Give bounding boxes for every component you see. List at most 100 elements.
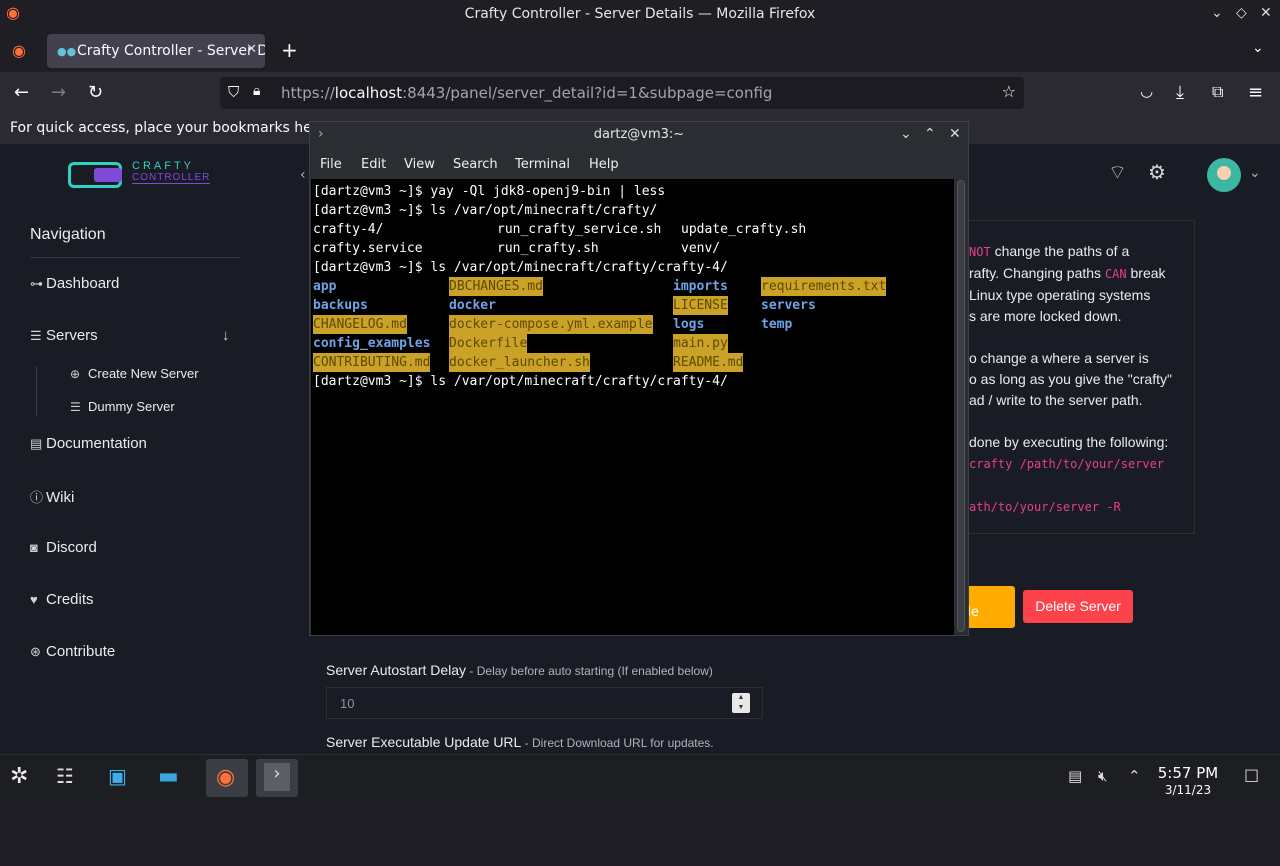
info-paragraph-2: o change a where a server is o as long a… xyxy=(969,348,1184,411)
nav-divider xyxy=(30,257,240,258)
sidebar-item-servers[interactable]: ☰ Servers ↓ xyxy=(30,327,230,344)
file-manager-icon[interactable]: ▬ xyxy=(158,764,190,792)
downloads-icon[interactable]: ⤓ xyxy=(1176,82,1184,103)
tab-close-icon[interactable]: ✕ xyxy=(246,42,257,57)
minimize-icon[interactable]: ⌄ xyxy=(1211,5,1223,21)
bookmarks-hint: For quick access, place your bookmarks h… xyxy=(10,120,348,136)
terminal-menu-file[interactable]: File xyxy=(320,157,342,172)
bookmark-star-icon[interactable]: ☆ xyxy=(1002,82,1016,101)
taskbar-firefox[interactable]: ◉ xyxy=(206,759,248,797)
chevron-down-icon[interactable]: ⌄ xyxy=(1249,165,1261,181)
heart-icon: ♥ xyxy=(30,592,38,607)
clock[interactable]: 5:57 PM 3/11/23 xyxy=(1155,765,1221,798)
sitemap-icon: ⊶ xyxy=(30,276,43,291)
terminal-entry: update_crafty.sh xyxy=(681,222,807,237)
info-text: done by executing the following: xyxy=(969,434,1169,450)
taskbar-konsole[interactable]: › xyxy=(256,759,298,797)
clipboard-icon[interactable]: ▤ xyxy=(1068,767,1100,795)
sidebar-item-label: Create New Server xyxy=(88,366,199,381)
pocket-icon[interactable]: ◡ xyxy=(1140,82,1153,100)
server-icon: ☰ xyxy=(30,328,42,343)
sidebar-item-discord[interactable]: ◙ Discord xyxy=(30,539,97,556)
new-tab-icon[interactable]: + xyxy=(281,38,298,62)
sidebar-toggle-icon[interactable]: ‹ xyxy=(300,167,306,183)
show-desktop-icon[interactable]: ☐ xyxy=(1244,767,1276,795)
crafty-logo[interactable]: CRAFTY CONTROLLER xyxy=(68,160,211,192)
arrow-down-icon[interactable]: ↓ xyxy=(222,327,230,344)
terminal-entry-file: docker-compose.yml.example xyxy=(449,315,653,334)
terminal-close-icon[interactable]: ✕ xyxy=(949,126,961,142)
back-icon[interactable]: ← xyxy=(14,82,29,103)
info-text: ad / write to the server path. xyxy=(969,392,1143,408)
sidebar-item-dummy-server[interactable]: ☰ Dummy Server xyxy=(70,399,175,414)
tab-title: Crafty Controller - Server Details xyxy=(77,43,265,59)
autostart-delay-input[interactable]: 10 ▲ ▼ xyxy=(326,687,763,719)
maximize-icon[interactable]: ◇ xyxy=(1236,5,1247,21)
terminal-minimize-icon[interactable]: ⌄ xyxy=(900,126,912,142)
extensions-icon[interactable]: ⧉ xyxy=(1212,82,1223,102)
terminal-entry-file: README.md xyxy=(673,353,744,372)
tab-crafty[interactable]: ●● Crafty Controller - Server Details ✕ xyxy=(47,34,265,68)
terminal-output[interactable]: [dartz@vm3 ~]$ yay -Ql jdk8-openj9-bin |… xyxy=(311,179,954,635)
info-code-chmod: ath/to/your/server -R xyxy=(969,500,1121,514)
firefox-menu-icon[interactable]: ◉ xyxy=(12,41,26,60)
info-text: rafty. Changing paths xyxy=(969,265,1105,281)
terminal-entry: run_crafty_service.sh xyxy=(497,222,662,237)
sidebar-item-wiki[interactable]: ⓘ Wiki xyxy=(30,487,74,506)
sidebar: CRAFTY CONTROLLER Navigation ⊶ Dashboard … xyxy=(0,144,296,754)
sidebar-item-label: Contribute xyxy=(46,643,116,660)
antenna-icon[interactable]: ⌔ xyxy=(1108,160,1127,185)
app-menu-icon[interactable]: ≡ xyxy=(1248,82,1263,103)
navigation-toolbar: ← → ↻ ⛉ 🔒︎ https://localhost:8443/panel/… xyxy=(0,72,1280,114)
gears-icon[interactable]: ⚙ xyxy=(1148,160,1166,184)
terminal-menu-view[interactable]: View xyxy=(404,157,435,172)
system-settings-icon[interactable]: ☷ xyxy=(56,764,88,792)
submenu-line xyxy=(36,366,37,416)
app-launcher-icon[interactable]: ✲ xyxy=(10,764,42,792)
sidebar-item-label: Dummy Server xyxy=(88,399,175,414)
terminal-entry-file: LICENSE xyxy=(673,296,728,315)
volume-muted-icon[interactable]: 🔇︎ xyxy=(1098,767,1130,795)
terminal-menu-edit[interactable]: Edit xyxy=(361,157,386,172)
terminal-scrollbar[interactable] xyxy=(957,180,965,632)
sidebar-item-dashboard[interactable]: ⊶ Dashboard xyxy=(30,275,119,292)
terminal-prompt-line: [dartz@vm3 ~]$ ls /var/opt/minecraft/cra… xyxy=(313,374,728,389)
avatar[interactable] xyxy=(1207,158,1241,192)
terminal-window[interactable]: › dartz@vm3:~ ⌄ ⌃ ✕ File Edit View Searc… xyxy=(309,121,969,636)
terminal-maximize-icon[interactable]: ⌃ xyxy=(924,126,936,142)
book-icon: ▤ xyxy=(30,436,43,451)
number-stepper[interactable]: ▲ ▼ xyxy=(732,693,750,713)
delete-server-button[interactable]: Delete Server xyxy=(1023,590,1133,623)
crafty-favicon-icon: ●● xyxy=(57,45,77,58)
terminal-menu-terminal[interactable]: Terminal xyxy=(515,157,570,172)
sidebar-item-documentation[interactable]: ▤ Documentation xyxy=(30,435,147,452)
sidebar-item-credits[interactable]: ♥ Credits xyxy=(30,591,94,608)
url-bar[interactable]: ⛉ 🔒︎ https://localhost:8443/panel/server… xyxy=(220,77,1024,109)
sidebar-item-create-new-server[interactable]: ⊕ Create New Server xyxy=(70,366,199,381)
shield-icon[interactable]: ⛉ xyxy=(228,83,239,101)
terminal-line: [dartz@vm3 ~]$ ls /var/opt/minecraft/cra… xyxy=(313,203,658,218)
discover-store-icon[interactable]: ▣ xyxy=(108,764,140,792)
terminal-icon: › xyxy=(264,763,290,791)
terminal-line: [dartz@vm3 ~]$ ls /var/opt/minecraft/cra… xyxy=(313,260,728,275)
warning-info-box: NOT change the paths of a rafty. Changin… xyxy=(945,220,1195,534)
window-titlebar: ◉ Crafty Controller - Server Details — M… xyxy=(0,0,1280,30)
tab-bar: ◉ ●● Crafty Controller - Server Details … xyxy=(0,30,1280,72)
terminal-entry-dir: imports xyxy=(673,279,728,294)
sidebar-item-label: Servers xyxy=(46,327,98,344)
field-hint: - Direct Download URL for updates. xyxy=(521,736,714,750)
info-text: s are more locked down. xyxy=(969,308,1122,324)
close-icon[interactable]: ✕ xyxy=(1260,5,1272,21)
list-tabs-icon[interactable]: ⌄ xyxy=(1252,40,1264,56)
terminal-title: dartz@vm3:~ xyxy=(593,127,685,142)
url-path: :8443/panel/server_detail?id=1&subpage=c… xyxy=(402,84,773,102)
terminal-entry-file: DBCHANGES.md xyxy=(449,277,543,296)
terminal-menu-help[interactable]: Help xyxy=(589,157,619,172)
terminal-menu-search[interactable]: Search xyxy=(453,157,498,172)
sidebar-item-contribute[interactable]: ⊛ Contribute xyxy=(30,643,115,660)
window-title: Crafty Controller - Server Details — Moz… xyxy=(464,6,816,22)
reload-icon[interactable]: ↻ xyxy=(88,82,103,103)
lock-icon[interactable]: 🔒︎ xyxy=(253,83,260,99)
forward-icon[interactable]: → xyxy=(51,82,66,103)
info-paragraph-1: NOT change the paths of a rafty. Changin… xyxy=(969,241,1184,327)
